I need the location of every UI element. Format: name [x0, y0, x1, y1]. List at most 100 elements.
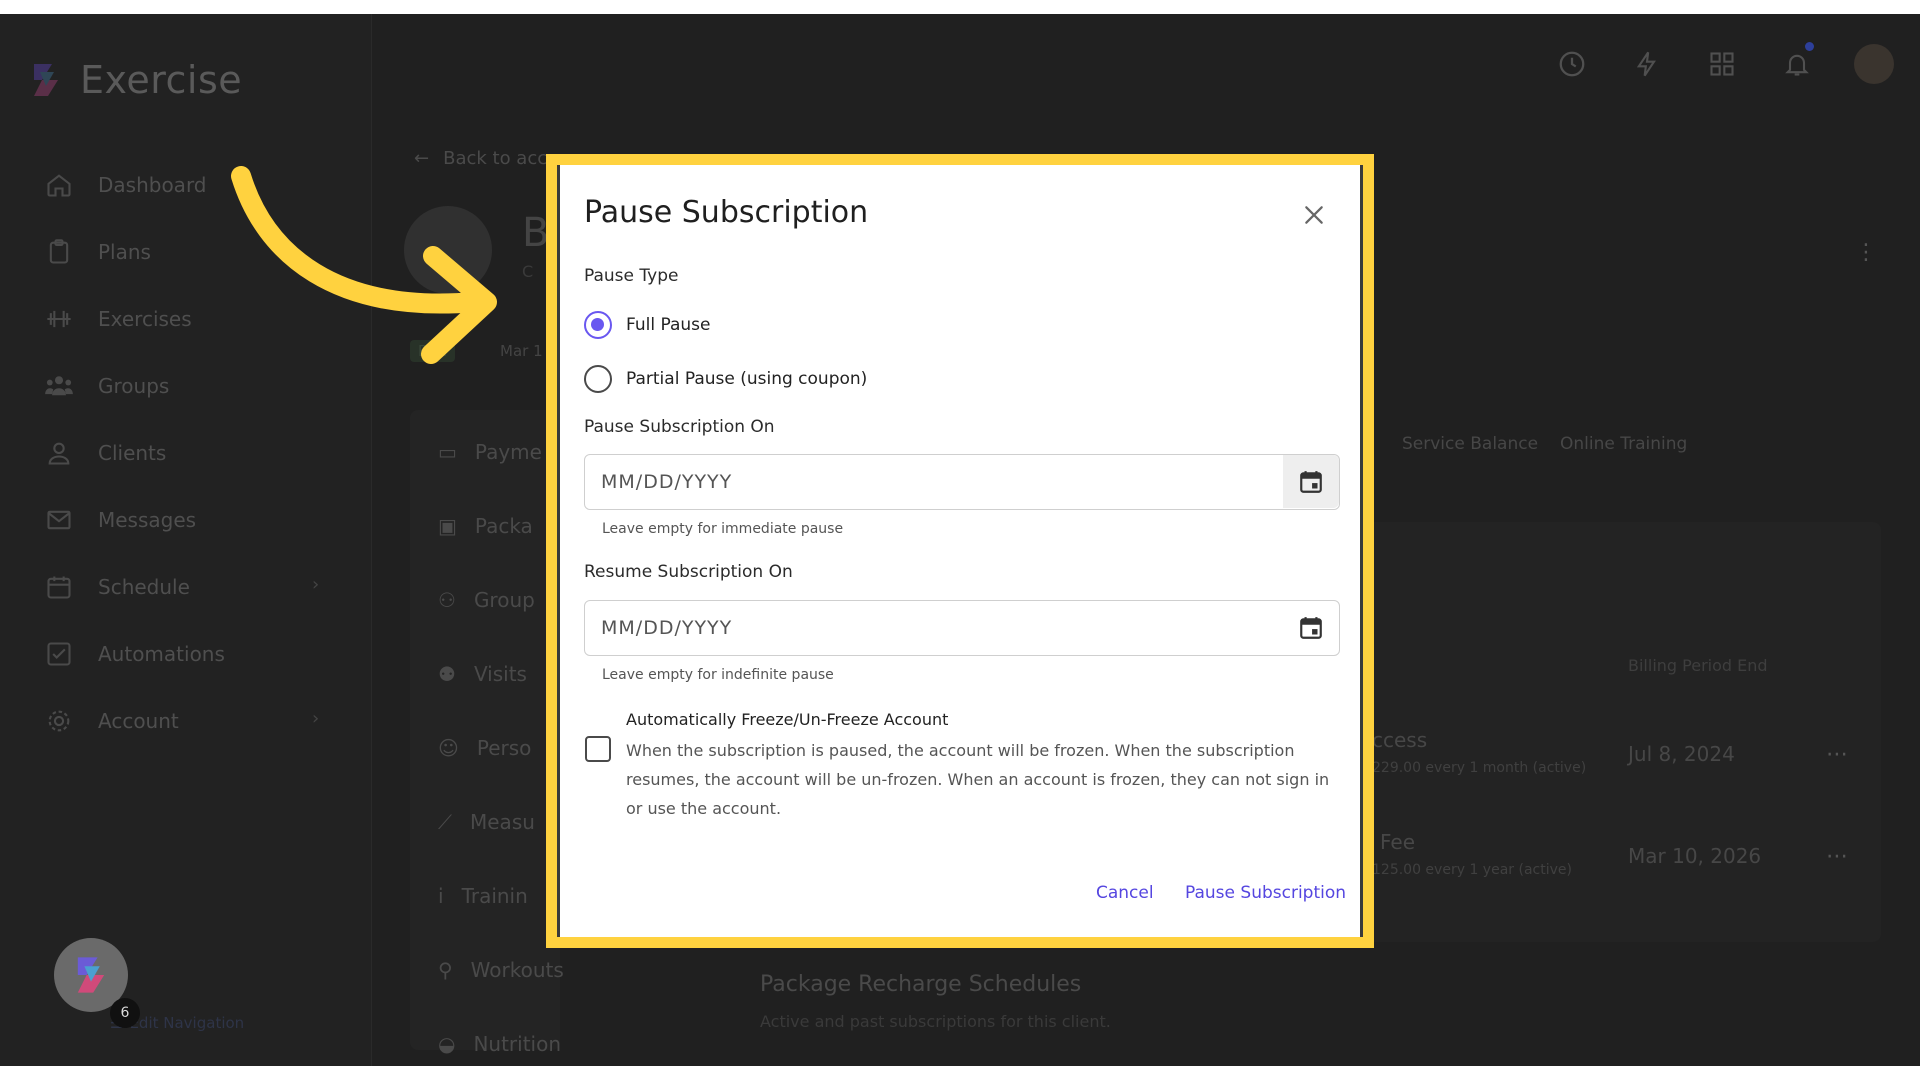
resume-on-label: Resume Subscription On [584, 562, 793, 582]
recharge-subtitle: Active and past subscriptions for this c… [760, 1012, 1111, 1031]
billing-period-end: Mar 10, 2026 [1628, 844, 1762, 868]
sidebar-item-account[interactable]: Account [44, 706, 179, 736]
dumbbell-icon [44, 304, 74, 334]
app-screen: Exercise Dashboard Plans Exercises Group… [0, 14, 1920, 1066]
pause-on-helper: Leave empty for immediate pause [602, 521, 844, 537]
subscription-name: Fee [1380, 830, 1416, 854]
client-tabs-panel [410, 410, 560, 1050]
tab-visits[interactable]: ⚉ Visits [438, 662, 527, 686]
app-name: Exercise [80, 58, 243, 102]
radio-button-selected[interactable] [584, 311, 612, 339]
notification-count-badge: 6 [110, 998, 140, 1028]
sidebar-item-messages[interactable]: Messages [44, 505, 196, 535]
bowl-icon: ◒ [438, 1032, 456, 1056]
resume-on-calendar-button[interactable] [1283, 601, 1339, 654]
sidebar-item-label: Schedule [98, 575, 190, 599]
sidebar-item-exercises[interactable]: Exercises [44, 304, 192, 334]
bell-icon[interactable] [1781, 42, 1814, 80]
gear-icon [44, 706, 74, 736]
date-placeholder: MM/DD/YYYY [601, 471, 733, 493]
freeze-account-checkbox[interactable] [585, 736, 611, 762]
pause-on-date-input[interactable]: MM/DD/YYYY [584, 454, 1340, 510]
more-vertical-icon[interactable]: ⋮ [1855, 240, 1877, 265]
client-subtitle: C [522, 262, 534, 281]
tab-personal[interactable]: ☺ Perso [438, 736, 531, 760]
sidebar-item-label: Account [98, 709, 179, 733]
tab-nutrition[interactable]: ◒ Nutrition [438, 1032, 561, 1056]
credit-card-icon: ▭ [438, 440, 457, 464]
ruler-icon: ⟋ [438, 810, 452, 834]
subscription-detail: 229.00 every 1 month (active) [1372, 760, 1587, 776]
radio-partial-pause[interactable]: Partial Pause (using coupon) [584, 365, 867, 393]
tab-measurements[interactable]: ⟋ Measu [438, 810, 535, 834]
sidebar-item-label: Messages [98, 508, 197, 532]
pause-on-calendar-button[interactable] [1283, 455, 1339, 508]
freeze-account-title: Automatically Freeze/Un-Freeze Account [626, 710, 949, 729]
calendar-icon [44, 572, 74, 602]
resume-on-helper: Leave empty for indefinite pause [602, 667, 834, 683]
calendar-icon [1300, 616, 1322, 639]
subscription-detail: 125.00 every 1 year (active) [1372, 862, 1572, 878]
sidebar-item-automations[interactable]: Automations [44, 639, 225, 669]
close-icon [1305, 206, 1323, 224]
tab-workouts[interactable]: ⚲ Workouts [438, 958, 564, 982]
sidebar-item-label: Clients [98, 441, 167, 465]
info-icon: i [438, 884, 444, 908]
subscription-name: ccess [1372, 728, 1428, 752]
clipboard-icon [44, 237, 74, 267]
radio-full-pause[interactable]: Full Pause [584, 311, 710, 339]
tab-service-balance[interactable]: Service Balance [1402, 434, 1538, 454]
recharge-title: Package Recharge Schedules [760, 972, 1082, 997]
pause-on-label: Pause Subscription On [584, 417, 775, 437]
radio-button[interactable] [584, 365, 612, 393]
annotation-arrow-icon [231, 166, 497, 364]
radio-label: Partial Pause (using coupon) [626, 369, 868, 389]
user-icon: ☺ [438, 736, 459, 760]
billing-period-header: Billing Period End [1628, 656, 1768, 675]
tab-online-training[interactable]: Online Training [1560, 434, 1687, 454]
radio-label: Full Pause [626, 315, 711, 335]
billing-period-end: Jul 8, 2024 [1628, 742, 1735, 766]
avatar[interactable] [1854, 44, 1894, 84]
history-icon[interactable] [1556, 48, 1588, 80]
users-icon: ⚇ [438, 588, 456, 612]
sidebar-item-label: Exercises [98, 307, 192, 331]
users-icon [44, 371, 74, 401]
cancel-button[interactable]: Cancel [1096, 883, 1154, 903]
date-placeholder: MM/DD/YYYY [601, 617, 733, 639]
tab-payments[interactable]: ▭ Payme [438, 440, 542, 464]
tab-training[interactable]: i Trainin [438, 884, 528, 908]
tab-packages[interactable]: ▣ Packa [438, 514, 533, 538]
sidebar-item-label: Automations [98, 642, 225, 666]
sidebar-item-groups[interactable]: Groups [44, 371, 169, 401]
chevron-right-icon[interactable]: › [312, 574, 319, 595]
sidebar-item-dashboard[interactable]: Dashboard [44, 170, 207, 200]
package-icon: ▣ [438, 514, 457, 538]
tab-groups[interactable]: ⚇ Group [438, 588, 535, 612]
running-icon: ⚲ [438, 958, 453, 982]
resume-on-date-input[interactable]: MM/DD/YYYY [584, 600, 1340, 656]
freeze-account-description: When the subscription is paused, the acc… [626, 741, 1330, 818]
app-logo[interactable]: Exercise [26, 58, 242, 102]
sidebar-item-label: Plans [98, 240, 151, 264]
people-icon: ⚉ [438, 662, 456, 686]
lightning-icon[interactable] [1631, 48, 1663, 80]
pause-type-label: Pause Type [584, 266, 679, 286]
home-icon [44, 170, 74, 200]
sidebar-item-schedule[interactable]: Schedule [44, 572, 190, 602]
sidebar-item-plans[interactable]: Plans [44, 237, 151, 267]
user-icon [44, 438, 74, 468]
more-horizontal-icon[interactable]: ⋯ [1826, 844, 1848, 869]
chevron-right-icon[interactable]: › [312, 708, 319, 729]
sidebar-item-clients[interactable]: Clients [44, 438, 166, 468]
sidebar-item-label: Groups [98, 374, 170, 398]
notification-dot [1805, 42, 1814, 51]
dialog-title: Pause Subscription [584, 195, 869, 230]
sidebar-item-label: Dashboard [98, 173, 207, 197]
apps-grid-icon[interactable] [1706, 48, 1738, 80]
more-horizontal-icon[interactable]: ⋯ [1826, 742, 1848, 767]
logo-icon [26, 60, 66, 100]
calendar-icon [1300, 470, 1322, 493]
close-button[interactable] [1298, 199, 1330, 231]
pause-subscription-button[interactable]: Pause Subscription [1185, 883, 1346, 903]
